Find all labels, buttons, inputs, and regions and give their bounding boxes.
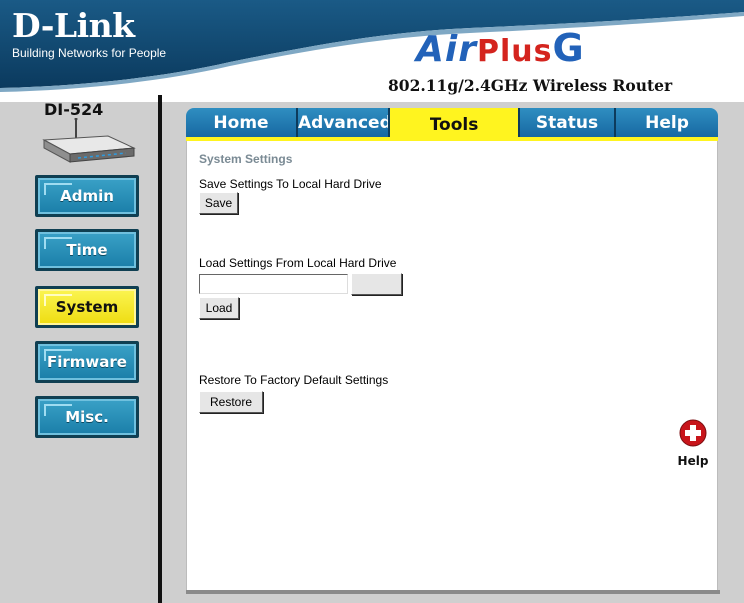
tab-label: Advanced bbox=[298, 113, 388, 133]
sidebar-item-firmware[interactable]: Firmware bbox=[35, 341, 139, 383]
file-path-input[interactable] bbox=[199, 274, 348, 294]
sidebar-divider bbox=[158, 95, 162, 603]
tab-label: Home bbox=[213, 113, 269, 133]
sidebar-item-label: Admin bbox=[60, 187, 114, 205]
content-panel-shadow bbox=[186, 590, 720, 594]
router-icon bbox=[42, 118, 136, 163]
tab-label: Status bbox=[535, 113, 599, 133]
help-label: Help bbox=[677, 454, 709, 468]
sidebar-item-time[interactable]: Time bbox=[35, 229, 139, 271]
logo-plus: Plus bbox=[476, 34, 553, 69]
sidebar-item-label: Misc. bbox=[65, 408, 109, 426]
logo-g: G bbox=[552, 26, 585, 70]
sidebar-item-system[interactable]: System bbox=[35, 286, 139, 328]
airplus-g-logo: AirPlusG bbox=[416, 28, 585, 72]
sidebar-item-label: Time bbox=[66, 241, 108, 259]
restore-button[interactable]: Restore bbox=[199, 391, 263, 413]
help-link[interactable]: Help bbox=[673, 419, 713, 468]
brand-name: D-Link bbox=[12, 6, 135, 45]
tab-label: Tools bbox=[429, 114, 479, 135]
load-button[interactable]: Load bbox=[199, 297, 239, 319]
sidebar-item-admin[interactable]: Admin bbox=[35, 175, 139, 217]
model-label: DI-524 bbox=[44, 100, 104, 119]
sidebar-item-label: Firmware bbox=[47, 353, 127, 371]
load-section-label: Load Settings From Local Hard Drive bbox=[199, 256, 397, 270]
tab-label: Help bbox=[645, 113, 689, 133]
tab-status[interactable]: Status bbox=[520, 108, 616, 138]
plus-circle-icon bbox=[679, 419, 707, 447]
tab-advanced[interactable]: Advanced bbox=[298, 108, 390, 138]
dlink-logo: D-Link Building Networks for People bbox=[12, 6, 167, 61]
sidebar-item-misc[interactable]: Misc. bbox=[35, 396, 139, 438]
product-subtitle: 802.11g/2.4GHz Wireless Router bbox=[388, 76, 673, 95]
browse-button[interactable] bbox=[351, 273, 402, 295]
brand-tagline: Building Networks for People bbox=[12, 46, 167, 60]
main-tabs: Home Advanced Tools Status Help bbox=[186, 108, 718, 141]
tab-help[interactable]: Help bbox=[616, 108, 718, 138]
logo-air: Air bbox=[416, 29, 477, 70]
restore-section-label: Restore To Factory Default Settings bbox=[199, 373, 389, 387]
tab-home[interactable]: Home bbox=[186, 108, 298, 138]
save-section-label: Save Settings To Local Hard Drive bbox=[199, 177, 382, 191]
save-button[interactable]: Save bbox=[199, 192, 238, 214]
header-banner: D-Link Building Networks for People AirP… bbox=[0, 0, 744, 102]
content-panel: System Settings Save Settings To Local H… bbox=[186, 141, 718, 590]
sidebar-item-label: System bbox=[55, 298, 119, 316]
page-title: System Settings bbox=[199, 152, 293, 166]
